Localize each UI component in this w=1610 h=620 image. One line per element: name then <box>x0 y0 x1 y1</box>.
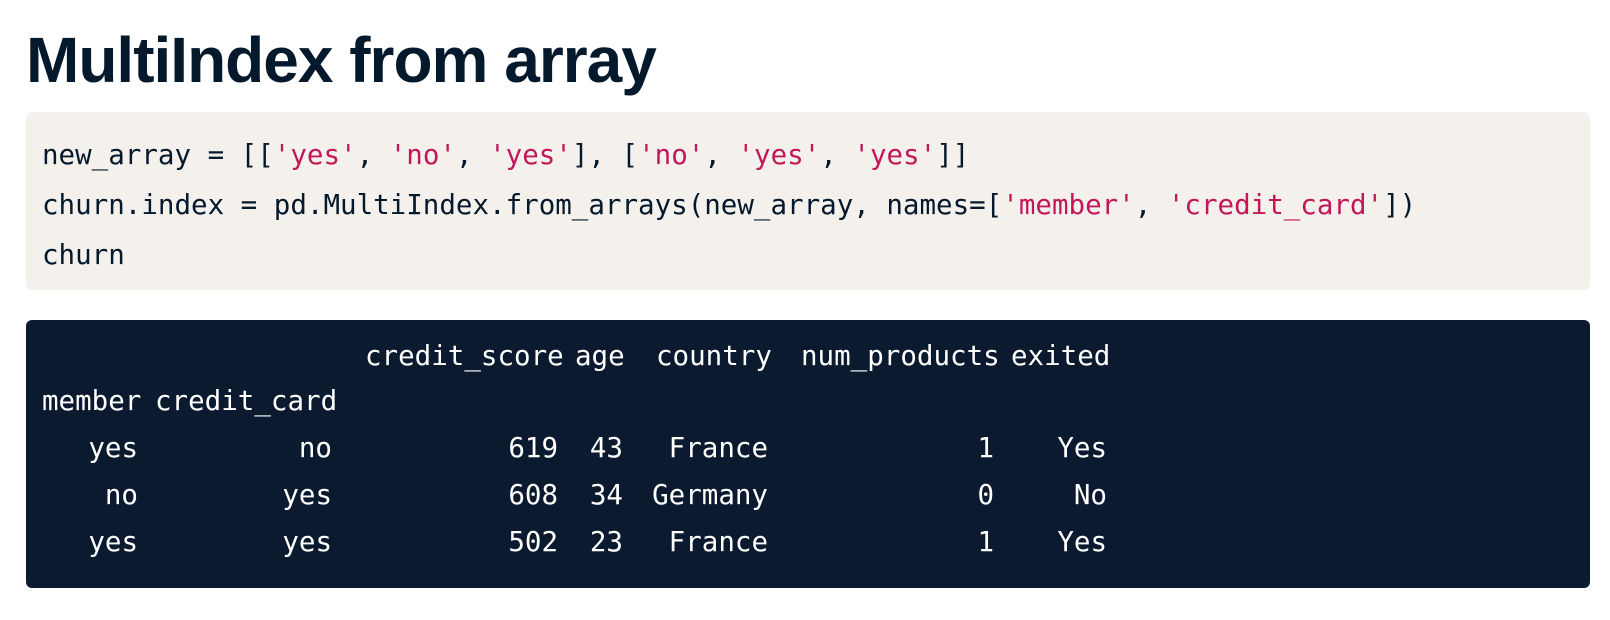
row-1-credit-card: no <box>298 432 332 464</box>
string-literal: 'credit_card' <box>1167 189 1384 221</box>
row-1-age: 43 <box>589 432 623 464</box>
row-3-num-products: 1 <box>977 526 994 558</box>
column-header-credit-score: credit_score <box>365 340 564 372</box>
code-token: , <box>820 139 854 171</box>
row-3-credit-card: yes <box>282 526 332 558</box>
column-header-country: country <box>656 340 772 372</box>
code-token: , <box>356 139 390 171</box>
string-literal: 'yes' <box>489 139 572 171</box>
string-literal: 'yes' <box>273 139 357 171</box>
string-literal: 'no' <box>638 139 705 171</box>
code-token: , <box>704 139 738 171</box>
row-2-age: 34 <box>589 479 623 511</box>
code-token: new_array = [[ <box>42 139 274 171</box>
code-token: churn.index = pd.MultiIndex.from_arrays(… <box>42 189 1003 221</box>
code-line-1: new_array = [['yes', 'no', 'yes'], ['no'… <box>42 130 1590 180</box>
row-1-member: yes <box>88 432 138 464</box>
string-literal: 'yes' <box>853 139 937 171</box>
code-input-block: new_array = [['yes', 'no', 'yes'], ['no'… <box>26 112 1590 290</box>
code-token: , <box>455 139 490 171</box>
code-line-2: churn.index = pd.MultiIndex.from_arrays(… <box>42 180 1590 230</box>
row-3-member: yes <box>88 526 138 558</box>
row-1-country: France <box>668 432 768 464</box>
page-title: MultiIndex from array <box>26 24 657 96</box>
row-3-credit-score: 502 <box>508 526 558 558</box>
code-output-block: credit_score age country num_products ex… <box>26 320 1590 588</box>
row-3-exited: Yes <box>1057 526 1107 558</box>
row-2-num-products: 0 <box>977 479 994 511</box>
index-name-credit-card: credit_card <box>155 385 338 417</box>
row-3-age: 23 <box>589 526 623 558</box>
string-literal: 'yes' <box>737 139 821 171</box>
row-3-country: France <box>668 526 768 558</box>
string-literal: 'no' <box>389 139 456 171</box>
row-2-member: no <box>104 479 138 511</box>
row-1-exited: Yes <box>1057 432 1107 464</box>
code-token: ]) <box>1383 189 1417 221</box>
row-1-num-products: 1 <box>977 432 994 464</box>
index-name-member: member <box>42 385 142 417</box>
row-2-country: Germany <box>652 479 768 511</box>
column-header-num-products: num_products <box>801 340 1000 372</box>
code-token: ], [ <box>571 139 639 171</box>
row-2-credit-card: yes <box>282 479 332 511</box>
code-token: ]] <box>936 139 970 171</box>
column-header-exited: exited <box>1011 340 1111 372</box>
row-2-exited: No <box>1073 479 1107 511</box>
column-header-age: age <box>575 340 625 372</box>
code-token: , <box>1134 189 1168 221</box>
code-token: churn <box>42 239 125 271</box>
code-line-3: churn <box>42 230 1590 280</box>
string-literal: 'member' <box>1002 189 1135 221</box>
row-2-credit-score: 608 <box>508 479 558 511</box>
row-1-credit-score: 619 <box>508 432 558 464</box>
